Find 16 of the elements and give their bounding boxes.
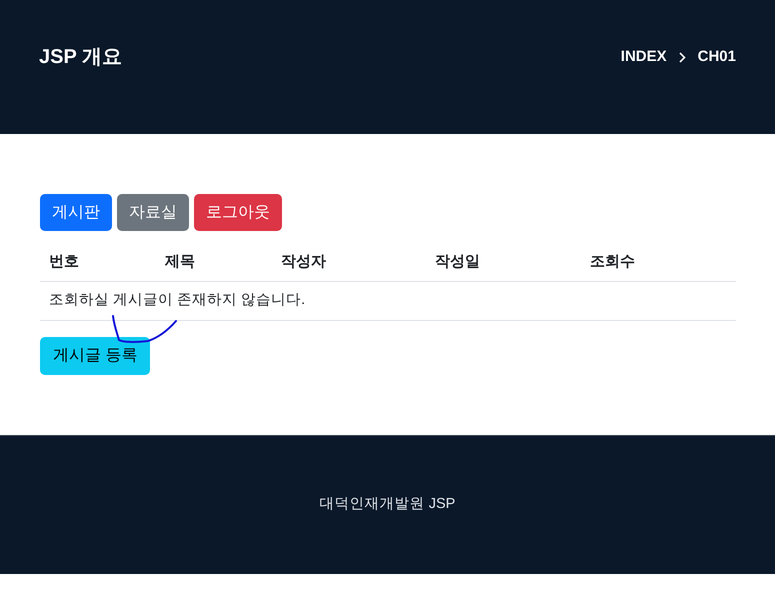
- nav-button[interactable]: 자료실: [117, 194, 189, 231]
- chevron-right-icon: [678, 52, 686, 62]
- column-header: 작성일: [426, 243, 581, 281]
- nav-button[interactable]: 로그아웃: [194, 194, 282, 231]
- footer-text: 대덕인재개발원 JSP: [320, 495, 456, 514]
- column-header: 조회수: [581, 243, 736, 281]
- column-header: 작성자: [272, 243, 426, 281]
- breadcrumb-link[interactable]: CH01: [698, 46, 736, 68]
- nav-button[interactable]: 게시판: [40, 194, 112, 231]
- breadcrumb-link[interactable]: INDEX: [620, 46, 667, 68]
- page-title: JSP 개요: [39, 45, 122, 70]
- pen-stroke-mark: [111, 315, 178, 345]
- column-header: 번호: [40, 243, 156, 281]
- register-post-button[interactable]: 게시글 등록: [40, 336, 150, 374]
- column-header: 제목: [156, 243, 272, 281]
- empty-message: 조회하실 게시글이 존재하지 않습니다.: [40, 281, 736, 320]
